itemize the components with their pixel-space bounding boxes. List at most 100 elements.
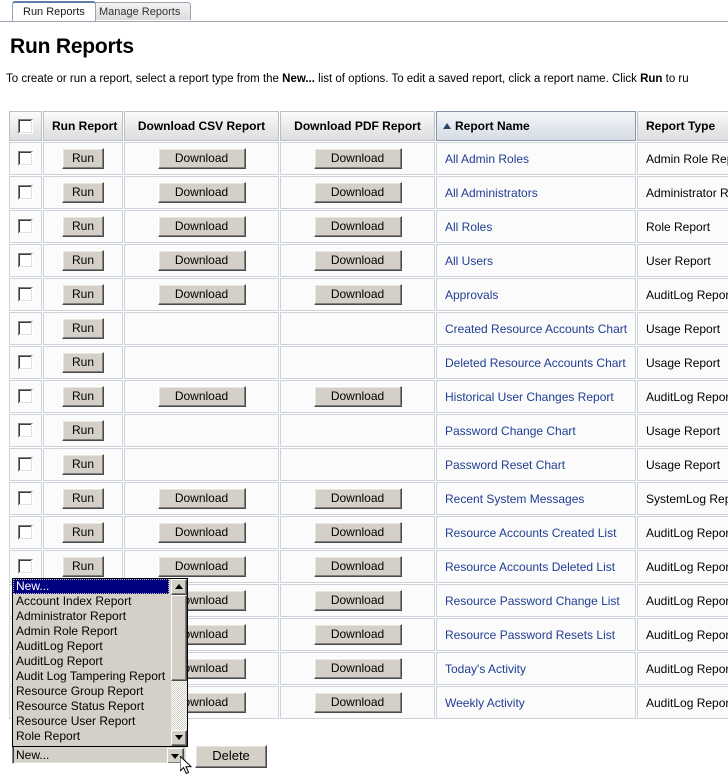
dropdown-option[interactable]: New... [13, 579, 169, 594]
run-button[interactable]: Run [62, 318, 104, 339]
header-download-csv[interactable]: Download CSV Report [124, 111, 279, 141]
dropdown-option-list[interactable]: New... Account Index Report Administrator … [13, 579, 187, 746]
run-button[interactable]: Run [62, 216, 104, 237]
download-csv-button[interactable]: Download [157, 216, 246, 237]
report-name-link[interactable]: Resource Accounts Created List [445, 526, 616, 540]
dropdown-scrollbar[interactable] [171, 579, 187, 746]
download-csv-button[interactable]: Download [157, 386, 246, 407]
row-select-checkbox[interactable] [18, 491, 33, 507]
scroll-down-button[interactable] [171, 730, 187, 746]
report-name-link[interactable]: Password Reset Chart [445, 458, 565, 472]
download-csv-button[interactable]: Download [157, 522, 246, 543]
scroll-up-button[interactable] [171, 579, 187, 595]
new-report-type-select[interactable]: New... [12, 745, 187, 764]
report-name-link[interactable]: Created Resource Accounts Chart [445, 322, 627, 336]
dropdown-option[interactable]: Resource User Report [13, 714, 187, 729]
download-pdf-button[interactable]: Download [313, 284, 402, 305]
row-select-cell[interactable] [9, 142, 42, 175]
dropdown-option[interactable]: AuditLog Report [13, 654, 187, 669]
report-name-link[interactable]: Password Change Chart [445, 424, 576, 438]
report-name-link[interactable]: Today's Activity [445, 662, 526, 676]
dropdown-arrow-button[interactable] [167, 748, 184, 763]
report-name-link[interactable]: All Users [445, 254, 493, 268]
dropdown-option[interactable]: Resource Group Report [13, 684, 187, 699]
download-csv-button[interactable]: Download [157, 250, 246, 271]
row-select-checkbox[interactable] [18, 287, 33, 303]
report-name-link[interactable]: All Roles [445, 220, 492, 234]
run-button[interactable]: Run [62, 386, 104, 407]
row-select-cell[interactable] [9, 516, 42, 549]
dropdown-option[interactable]: Role Report [13, 729, 187, 744]
row-select-cell[interactable] [9, 176, 42, 209]
row-select-checkbox[interactable] [18, 525, 33, 541]
report-name-link[interactable]: Weekly Activity [445, 696, 525, 710]
row-select-cell[interactable] [9, 414, 42, 447]
row-select-cell[interactable] [9, 312, 42, 345]
download-pdf-button[interactable]: Download [313, 522, 402, 543]
report-name-link[interactable]: All Admin Roles [445, 152, 529, 166]
download-csv-button[interactable]: Download [157, 148, 246, 169]
header-download-pdf[interactable]: Download PDF Report [280, 111, 435, 141]
run-button[interactable]: Run [62, 250, 104, 271]
download-pdf-button[interactable]: Download [313, 692, 402, 713]
select-all-header[interactable] [9, 111, 42, 141]
report-name-link[interactable]: Resource Password Resets List [445, 628, 615, 642]
row-select-checkbox[interactable] [18, 321, 33, 337]
row-select-cell[interactable] [9, 278, 42, 311]
row-select-checkbox[interactable] [18, 219, 33, 235]
download-pdf-button[interactable]: Download [313, 216, 402, 237]
header-report-type[interactable]: Report Type [637, 111, 728, 141]
scrollbar-track[interactable] [171, 595, 187, 730]
delete-button[interactable]: Delete [195, 745, 267, 768]
row-select-cell[interactable] [9, 210, 42, 243]
row-select-cell[interactable] [9, 244, 42, 277]
report-name-link[interactable]: Resource Accounts Deleted List [445, 560, 615, 574]
scrollbar-thumb[interactable] [171, 595, 187, 681]
run-button[interactable]: Run [62, 420, 104, 441]
row-select-cell[interactable] [9, 482, 42, 515]
dropdown-option[interactable]: Audit Log Tampering Report [13, 669, 187, 684]
report-name-link[interactable]: Historical User Changes Report [445, 390, 614, 404]
dropdown-option[interactable]: Account Index Report [13, 594, 187, 609]
download-csv-button[interactable]: Download [157, 488, 246, 509]
run-button[interactable]: Run [62, 488, 104, 509]
download-pdf-button[interactable]: Download [313, 658, 402, 679]
dropdown-option[interactable]: AuditLog Report [13, 639, 187, 654]
download-pdf-button[interactable]: Download [313, 182, 402, 203]
report-name-link[interactable]: Recent System Messages [445, 492, 584, 506]
download-pdf-button[interactable]: Download [313, 488, 402, 509]
report-name-link[interactable]: Resource Password Change List [445, 594, 620, 608]
run-button[interactable]: Run [62, 284, 104, 305]
download-csv-button[interactable]: Download [157, 182, 246, 203]
report-name-link[interactable]: All Administrators [445, 186, 538, 200]
download-pdf-button[interactable]: Download [313, 556, 402, 577]
row-select-checkbox[interactable] [18, 423, 33, 439]
header-run-report[interactable]: Run Report [43, 111, 123, 141]
row-select-checkbox[interactable] [18, 389, 33, 405]
header-report-name[interactable]: Report Name [436, 111, 636, 141]
report-name-link[interactable]: Approvals [445, 288, 498, 302]
new-report-type-dropdown-popup[interactable]: New... Account Index Report Administrator … [12, 578, 188, 747]
run-button[interactable]: Run [62, 454, 104, 475]
run-button[interactable]: Run [62, 352, 104, 373]
dropdown-option[interactable]: Administrator Report [13, 609, 187, 624]
row-select-checkbox[interactable] [18, 559, 33, 575]
row-select-cell[interactable] [9, 448, 42, 481]
row-select-cell[interactable] [9, 380, 42, 413]
row-select-checkbox[interactable] [18, 253, 33, 269]
download-pdf-button[interactable]: Download [313, 386, 402, 407]
run-button[interactable]: Run [62, 522, 104, 543]
run-button[interactable]: Run [62, 556, 104, 577]
tab-manage-reports[interactable]: Manage Reports [88, 2, 192, 20]
report-name-link[interactable]: Deleted Resource Accounts Chart [445, 356, 626, 370]
dropdown-option[interactable]: Resource Status Report [13, 699, 187, 714]
download-pdf-button[interactable]: Download [313, 624, 402, 645]
tab-run-reports[interactable]: Run Reports [12, 1, 96, 21]
select-all-checkbox[interactable] [18, 118, 33, 134]
row-select-cell[interactable] [9, 346, 42, 379]
dropdown-option[interactable]: Admin Role Report [13, 624, 187, 639]
download-pdf-button[interactable]: Download [313, 590, 402, 611]
row-select-checkbox[interactable] [18, 151, 33, 167]
download-pdf-button[interactable]: Download [313, 148, 402, 169]
download-pdf-button[interactable]: Download [313, 250, 402, 271]
